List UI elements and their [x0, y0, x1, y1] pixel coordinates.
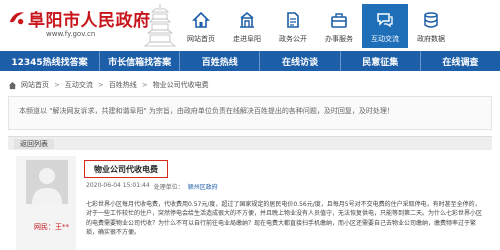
database-icon: [424, 12, 438, 28]
nav-interaction-label: 互动交流: [371, 35, 399, 43]
back-to-list-button[interactable]: 返回列表: [14, 139, 54, 149]
post-meta: 2020-06-04 15:01:44 处理单位： 颍州区政府: [86, 182, 218, 191]
home-icon: [192, 11, 210, 28]
breadcrumb-home-icon: [8, 81, 17, 89]
breadcrumb-separator: >: [97, 81, 104, 89]
tab-online-interview[interactable]: 在线访谈: [260, 51, 341, 71]
tab-12345-hotline[interactable]: 12345热线找答案: [0, 51, 100, 71]
post-unit-label: 处理单位：: [153, 184, 184, 191]
breadcrumb-current: 物业公司代收电费: [152, 81, 209, 89]
post-body: 七彩世界小区每月代收电费，代收费用0.57元/度，超过了国家规定的居民电价0.5…: [86, 201, 483, 236]
breadcrumb-home[interactable]: 网站首页: [21, 80, 49, 90]
document-icon: [287, 12, 299, 28]
briefcase-icon: [331, 13, 347, 28]
nav-services[interactable]: 办事服务: [316, 4, 362, 48]
author-name: 网民：王**: [34, 223, 69, 231]
pagoda-illustration: [143, 4, 177, 47]
nav-gov-data-label: 政府数据: [417, 35, 445, 43]
author-panel: 网民：王**: [16, 156, 76, 250]
chat-icon: [377, 13, 393, 28]
nav-services-label: 办事服务: [325, 35, 353, 43]
breadcrumb-interaction[interactable]: 互动交流: [65, 80, 93, 90]
tab-public-opinion[interactable]: 民意征集: [341, 51, 421, 71]
site-title: 阜阳市人民政府: [28, 11, 151, 31]
breadcrumb-separator: >: [54, 81, 60, 89]
avatar: [26, 160, 68, 204]
back-bar: 返回列表: [8, 136, 492, 150]
channel-notice: 本频道以 "解决网友诉求，共建和谐阜阳" 为宗旨，由政府单位负责在线解决百姓提出…: [8, 96, 492, 130]
breadcrumb: 网站首页 > 互动交流 > 百姓热线 > 物业公司代收电费: [0, 78, 500, 92]
logo-emblem-icon: [9, 12, 25, 25]
breadcrumb-separator: >: [141, 81, 148, 89]
tab-mayor-mailbox[interactable]: 市长信箱找答案: [100, 51, 181, 71]
post-title: 物业公司代收电费: [84, 160, 168, 178]
site-header: 阜阳市人民政府 www.fy.gov.cn 网站首页 走进阜阳 政务公开 办事服…: [0, 0, 500, 48]
site-url: www.fy.gov.cn: [46, 30, 96, 38]
nav-gov-data[interactable]: 政府数据: [408, 4, 454, 48]
nav-open-gov-label: 政务公开: [279, 35, 307, 43]
tab-online-survey[interactable]: 在线调查: [421, 51, 500, 71]
top-icon-nav: 网站首页 走进阜阳 政务公开 办事服务 互动交流 政府数据: [178, 4, 500, 48]
nav-home-label: 网站首页: [187, 35, 215, 43]
post-unit[interactable]: 颍州区政府: [188, 182, 218, 191]
nav-about-label: 走进阜阳: [233, 35, 261, 43]
nav-open-gov[interactable]: 政务公开: [270, 4, 316, 48]
nav-interaction[interactable]: 互动交流: [362, 4, 408, 48]
post-date: 2020-06-04 15:01:44: [86, 182, 150, 189]
nav-home[interactable]: 网站首页: [178, 4, 224, 48]
breadcrumb-hotline[interactable]: 百姓热线: [109, 80, 137, 90]
nav-about[interactable]: 走进阜阳: [224, 4, 270, 48]
post-content: 网民：王** 物业公司代收电费 2020-06-04 15:01:44 处理单位…: [8, 150, 492, 250]
site-logo[interactable]: 阜阳市人民政府 www.fy.gov.cn: [6, 6, 150, 44]
section-navbar: 12345热线找答案 市长信箱找答案 百姓热线 在线访谈 民意征集 在线调查: [0, 51, 500, 71]
tab-citizen-hotline[interactable]: 百姓热线: [180, 51, 261, 71]
building-icon: [240, 11, 254, 28]
